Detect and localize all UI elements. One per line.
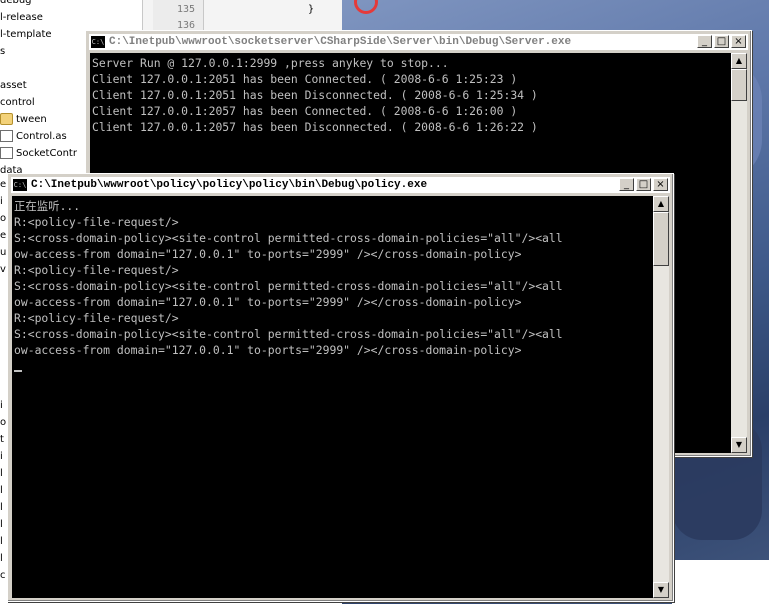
tree-item-label: s — [0, 46, 6, 57]
console-line: Client 127.0.0.1:2057 has been Disconnec… — [92, 120, 538, 134]
code-editor[interactable]: 135 136 } — [142, 0, 343, 31]
console-icon[interactable]: C:\ — [91, 36, 105, 48]
tree-item[interactable]: l-template — [0, 27, 52, 42]
maximize-button[interactable]: □ — [636, 178, 651, 191]
tree-item-label: l-template — [0, 29, 52, 40]
vertical-scrollbar[interactable]: ▲ ▼ — [653, 196, 669, 598]
console-line: 正在监听... — [14, 199, 81, 213]
console-line: S:<cross-domain-policy><site-control per… — [14, 279, 563, 293]
window-title: C:\Inetpub\wwwroot\policy\policy\policy\… — [31, 179, 428, 191]
tree-item[interactable]: debug — [0, 0, 32, 8]
maximize-button[interactable]: □ — [714, 35, 729, 48]
scroll-thumb[interactable] — [731, 69, 747, 101]
tree-item[interactable]: tween — [0, 112, 47, 127]
console-line: S:<cross-domain-policy><site-control per… — [14, 231, 563, 245]
tree-item-label: tween — [16, 114, 47, 125]
console-line: Client 127.0.0.1:2057 has been Connected… — [92, 104, 518, 118]
close-button[interactable]: × — [731, 35, 746, 48]
console-line: R:<policy-file-request/> — [14, 215, 179, 229]
server-window-titlebar[interactable]: C:\ C:\Inetpub\wwwroot\socketserver\CSha… — [89, 34, 748, 50]
tree-item-label: l-release — [0, 12, 43, 23]
console-line: Client 127.0.0.1:2051 has been Disconnec… — [92, 88, 538, 102]
console-line: R:<policy-file-request/> — [14, 263, 179, 277]
tree-item[interactable]: s — [0, 44, 5, 59]
tree-item-label: Control.as — [16, 131, 67, 142]
tree-item-label: SocketContr — [16, 148, 77, 159]
console-line: ow-access-from domain="127.0.0.1" to-por… — [14, 343, 522, 357]
console-line: ow-access-from domain="127.0.0.1" to-por… — [14, 295, 522, 309]
minimize-button[interactable]: _ — [697, 35, 712, 48]
window-title: C:\Inetpub\wwwroot\socketserver\CSharpSi… — [109, 36, 572, 48]
tree-item[interactable]: asset — [0, 78, 27, 93]
minimize-button[interactable]: _ — [619, 178, 634, 191]
line-number: 135 — [177, 4, 196, 15]
console-line: ow-access-from domain="127.0.0.1" to-por… — [14, 247, 522, 261]
scroll-down-button[interactable]: ▼ — [653, 582, 669, 598]
file-icon — [0, 147, 13, 159]
tree-item[interactable]: control — [0, 95, 35, 110]
code-line: } — [308, 4, 315, 15]
scroll-down-button[interactable]: ▼ — [731, 437, 747, 453]
console-output[interactable]: 正在监听... R:<policy-file-request/> S:<cross-… — [12, 196, 653, 598]
scroll-thumb[interactable] — [653, 212, 669, 266]
red-ring-icon — [354, 0, 378, 14]
console-line: Client 127.0.0.1:2051 has been Connected… — [92, 72, 518, 86]
tree-item[interactable]: Control.as — [0, 129, 67, 144]
console-line: S:<cross-domain-policy><site-control per… — [14, 327, 563, 341]
console-cursor-line — [14, 358, 653, 374]
tree-item[interactable]: l-release — [0, 10, 43, 25]
console-line: Server Run @ 127.0.0.1:2999 ,press anyke… — [92, 56, 449, 70]
tree-item[interactable]: SocketContr — [0, 146, 77, 161]
file-icon — [0, 130, 13, 142]
console-icon[interactable]: C:\ — [13, 179, 27, 191]
policy-console-window[interactable]: C:\ C:\Inetpub\wwwroot\policy\policy\pol… — [7, 173, 674, 602]
text-cursor — [14, 370, 22, 372]
console-line: R:<policy-file-request/> — [14, 311, 179, 325]
vertical-scrollbar[interactable]: ▲ ▼ — [731, 53, 747, 453]
tree-item-label: asset — [0, 80, 27, 91]
close-button[interactable]: × — [653, 178, 668, 191]
tree-item-label: debug — [0, 0, 32, 6]
policy-window-titlebar[interactable]: C:\ C:\Inetpub\wwwroot\policy\policy\pol… — [11, 177, 670, 193]
folder-icon — [0, 113, 13, 125]
tree-item-label: control — [0, 97, 35, 108]
scroll-up-button[interactable]: ▲ — [653, 196, 669, 212]
scroll-up-button[interactable]: ▲ — [731, 53, 747, 69]
image-panel — [672, 560, 769, 604]
